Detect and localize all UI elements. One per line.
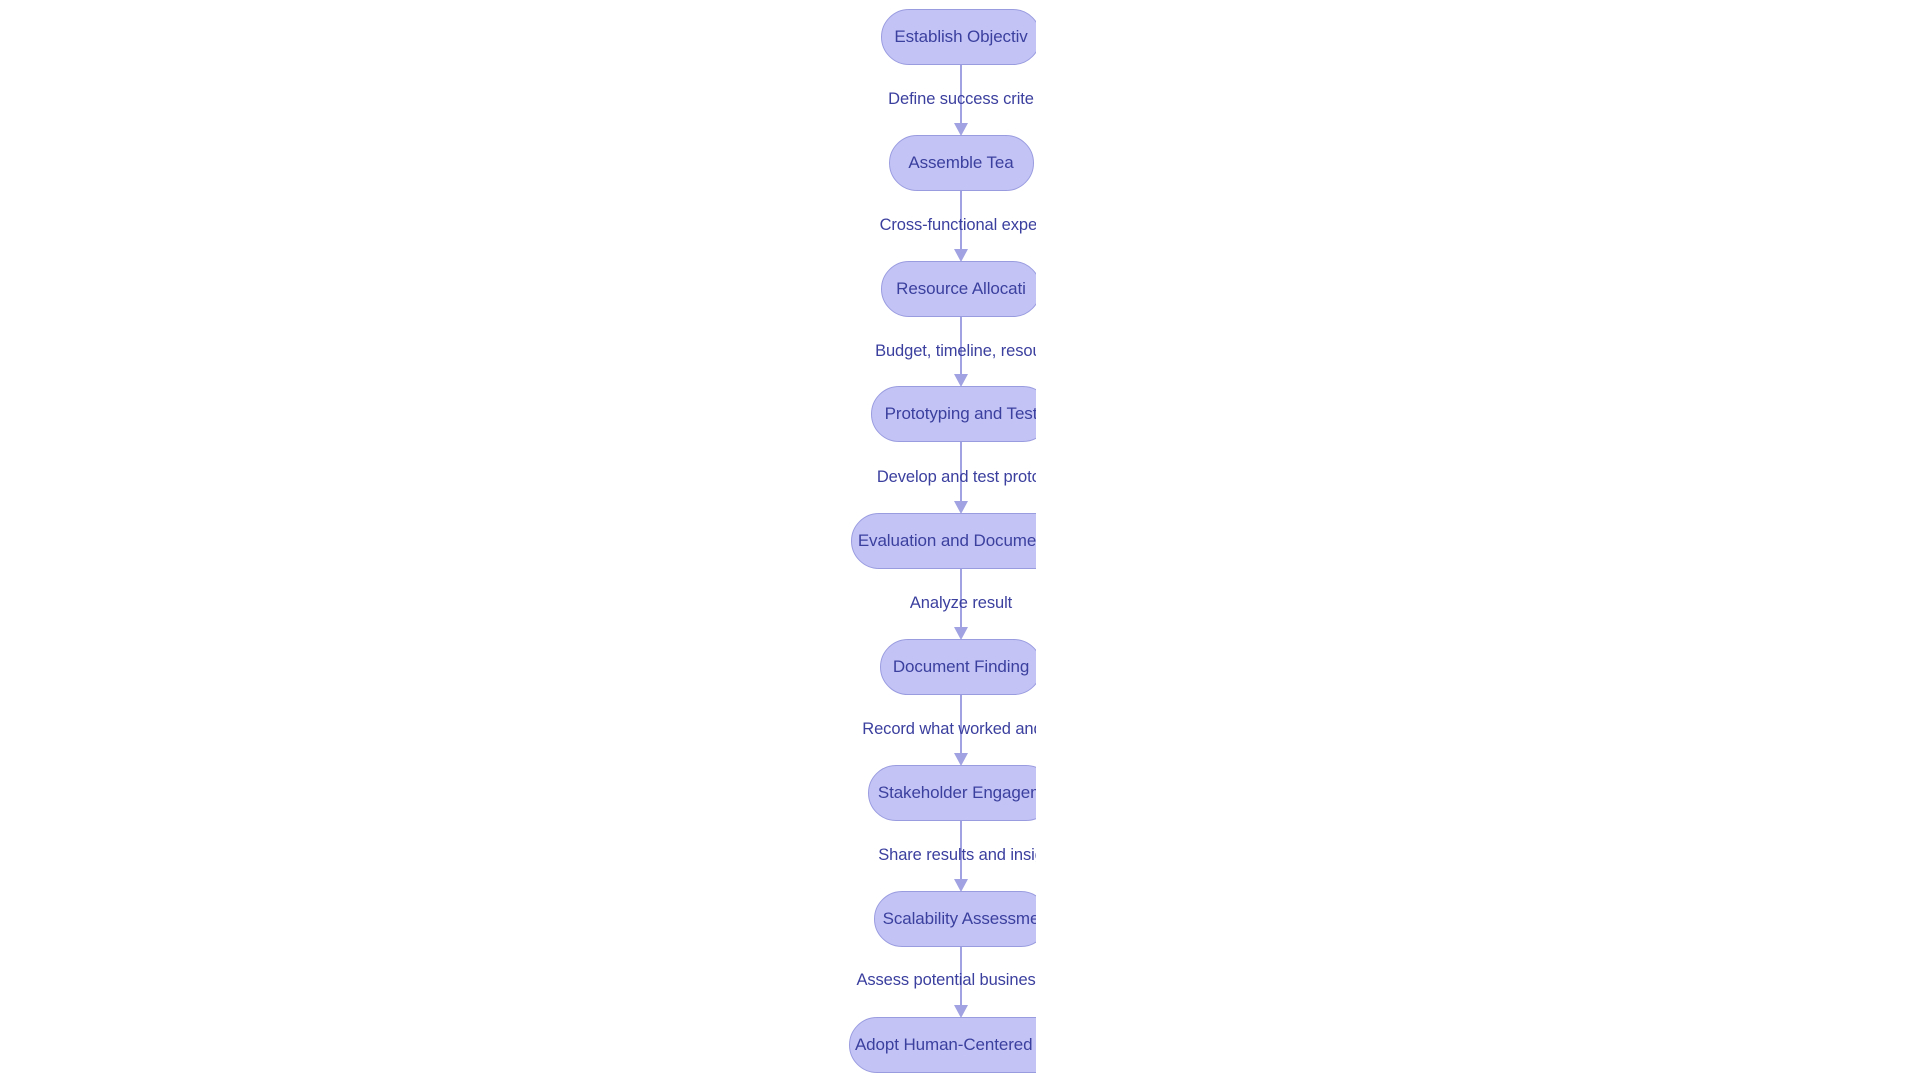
flow-node-label: Assemble Tea bbox=[908, 153, 1014, 172]
flowchart-canvas: Establish Objectiv Assemble Tea Resource A… bbox=[0, 0, 1920, 1080]
flow-node-label: Resource Allocati bbox=[896, 279, 1026, 298]
flow-edge-label: Budget, timeline, resour bbox=[875, 342, 1036, 360]
flow-node[interactable]: Assemble Tea bbox=[888, 135, 1034, 191]
flow-edge-label: Record what worked and di bbox=[862, 720, 1036, 738]
flow-node[interactable]: Evaluation and Documentat bbox=[850, 513, 1036, 569]
flow-node-label: Document Finding bbox=[892, 657, 1030, 676]
flow-edge-label: Cross-functional exper bbox=[879, 216, 1036, 234]
flow-edge-label: Develop and test protot bbox=[876, 468, 1036, 486]
flow-node-label: Stakeholder Engagem bbox=[877, 783, 1036, 802]
flowchart-clip-layer: Establish Objectiv Assemble Tea Resource A… bbox=[0, 0, 1036, 1080]
flow-edge-label: Define success crite bbox=[888, 90, 1034, 108]
flow-node[interactable]: Scalability Assessme bbox=[873, 891, 1036, 947]
flow-edge-label: Assess potential business im bbox=[856, 971, 1036, 989]
flow-node-label: Prototyping and Test bbox=[884, 404, 1036, 423]
flow-node-label: Establish Objectiv bbox=[894, 27, 1028, 46]
flow-node-label: Adopt Human-Centered Des bbox=[854, 1035, 1036, 1054]
flow-node[interactable]: Establish Objectiv bbox=[881, 9, 1036, 65]
flow-edge-label: Analyze result bbox=[909, 594, 1013, 612]
flow-node[interactable]: Document Finding bbox=[880, 639, 1036, 695]
flow-node[interactable]: Resource Allocati bbox=[881, 261, 1036, 317]
flow-node[interactable]: Adopt Human-Centered Des bbox=[849, 1017, 1036, 1073]
flow-node[interactable]: Prototyping and Test bbox=[871, 386, 1036, 442]
flow-node-label: Evaluation and Documentat bbox=[857, 531, 1036, 550]
flow-node[interactable]: Stakeholder Engagem bbox=[868, 765, 1036, 821]
flow-edge-label: Share results and insig bbox=[878, 846, 1036, 864]
flow-node-label: Scalability Assessme bbox=[882, 909, 1036, 928]
